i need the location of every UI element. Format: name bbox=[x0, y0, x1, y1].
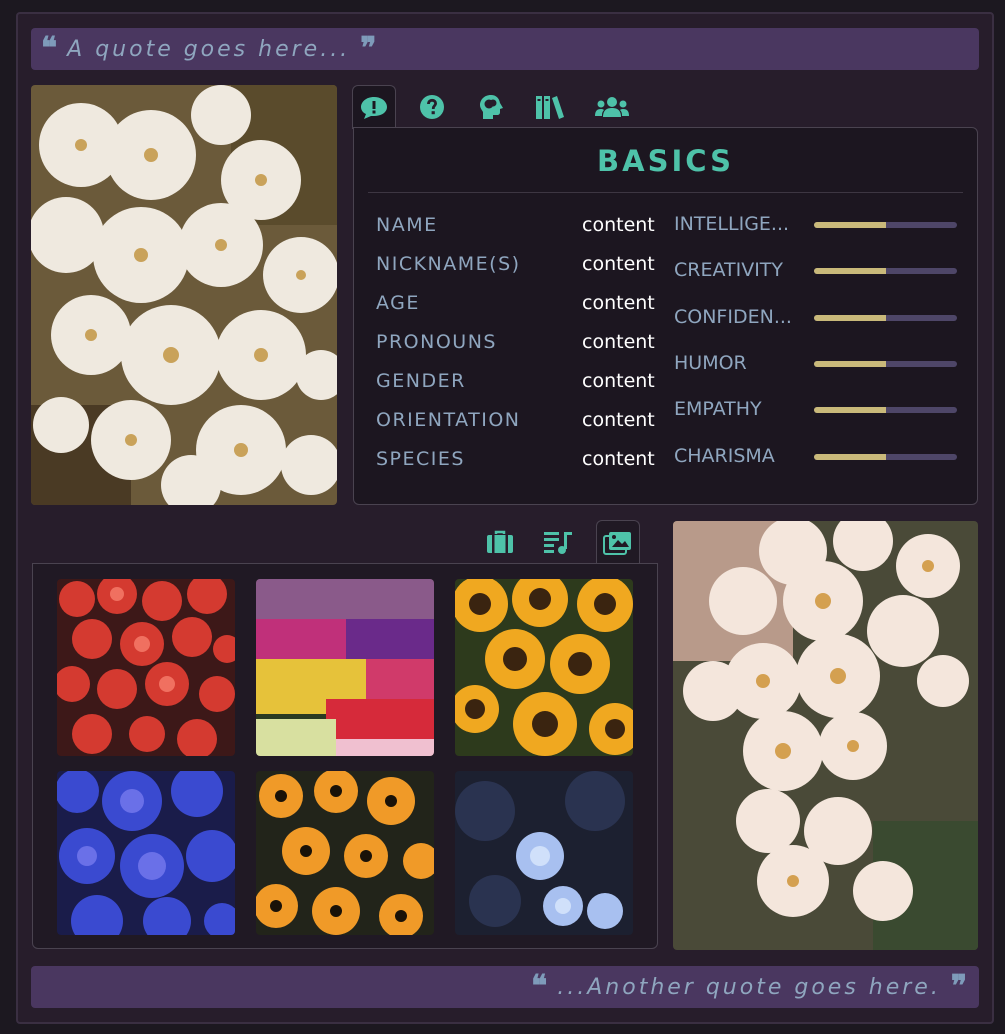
question-circle-icon bbox=[420, 94, 444, 119]
close-quote-icon: ❞ bbox=[360, 31, 377, 66]
field-value-species: content bbox=[582, 448, 655, 470]
tab-playlist[interactable] bbox=[536, 520, 580, 563]
users-icon bbox=[595, 96, 629, 117]
stat-label-humor: HUMOR bbox=[674, 352, 747, 374]
stat-label-confidence: CONFIDEN... bbox=[674, 306, 792, 328]
stat-label-empathy: EMPATHY bbox=[674, 398, 762, 420]
books-icon bbox=[536, 95, 564, 119]
gallery-panel bbox=[32, 563, 658, 949]
tab-library[interactable] bbox=[528, 85, 572, 128]
tab-occupation[interactable] bbox=[478, 520, 522, 563]
field-label-gender: GENDER bbox=[376, 370, 466, 392]
basics-panel: BASICS NAME content NICKNAME(S) content … bbox=[353, 127, 978, 505]
head-brain-icon bbox=[480, 94, 503, 119]
stat-label-intelligence: INTELLIGE... bbox=[674, 213, 790, 235]
field-label-orientation: ORIENTATION bbox=[376, 409, 521, 431]
field-label-nicknames: NICKNAME(S) bbox=[376, 253, 521, 275]
music-list-icon bbox=[544, 531, 572, 554]
pale-rose-photo bbox=[673, 521, 978, 950]
gallery-thumb-tulip-field[interactable] bbox=[256, 579, 434, 756]
field-value-orientation: content bbox=[582, 409, 655, 431]
field-value-age: content bbox=[582, 292, 655, 314]
stat-bar-empathy bbox=[814, 407, 957, 413]
field-label-name: NAME bbox=[376, 214, 438, 236]
field-value-name: content bbox=[582, 214, 655, 236]
images-icon bbox=[603, 531, 631, 555]
gallery-thumb-blue-roses[interactable] bbox=[455, 771, 633, 935]
gallery-tabs bbox=[32, 520, 658, 564]
field-value-gender: content bbox=[582, 370, 655, 392]
field-value-pronouns: content bbox=[582, 331, 655, 353]
stat-bar-confidence bbox=[814, 315, 957, 321]
basics-divider bbox=[368, 192, 963, 193]
top-quote-text: A quote goes here... bbox=[67, 36, 351, 62]
open-quote-icon: ❝ bbox=[41, 31, 58, 66]
close-quote-icon: ❞ bbox=[950, 969, 967, 1004]
stat-label-creativity: CREATIVITY bbox=[674, 259, 784, 281]
briefcase-icon bbox=[487, 530, 513, 553]
stat-bar-intelligence bbox=[814, 222, 957, 228]
gallery-thumb-orange-daisies[interactable] bbox=[256, 771, 434, 935]
gallery-thumb-sunflowers[interactable] bbox=[455, 579, 633, 756]
top-quote-bar: ❝ A quote goes here... ❞ bbox=[31, 28, 979, 70]
stat-label-charisma: CHARISMA bbox=[674, 445, 775, 467]
white-chrysanthemum-photo bbox=[31, 85, 337, 505]
bottom-quote-text: ...Another quote goes here. bbox=[557, 974, 941, 1000]
bottom-quote-bar: ❝ ...Another quote goes here. ❞ bbox=[31, 966, 979, 1008]
profile-tabs bbox=[352, 85, 978, 129]
gallery-thumb-blue-hydrangeas[interactable] bbox=[57, 771, 235, 935]
tab-mind[interactable] bbox=[469, 85, 513, 128]
field-label-age: AGE bbox=[376, 292, 420, 314]
open-quote-icon: ❝ bbox=[531, 969, 548, 1004]
stat-bar-creativity bbox=[814, 268, 957, 274]
tab-questions[interactable] bbox=[410, 85, 454, 128]
field-label-species: SPECIES bbox=[376, 448, 465, 470]
speech-exclaim-icon bbox=[361, 96, 387, 119]
stat-bar-charisma bbox=[814, 454, 957, 460]
basics-title: BASICS bbox=[597, 144, 734, 178]
tab-relationships[interactable] bbox=[590, 85, 634, 128]
tab-basics[interactable] bbox=[352, 85, 396, 129]
gallery-thumb-red-begonias[interactable] bbox=[57, 579, 235, 756]
field-label-pronouns: PRONOUNS bbox=[376, 331, 497, 353]
tab-gallery[interactable] bbox=[596, 520, 640, 564]
stat-bar-humor bbox=[814, 361, 957, 367]
field-value-nicknames: content bbox=[582, 253, 655, 275]
